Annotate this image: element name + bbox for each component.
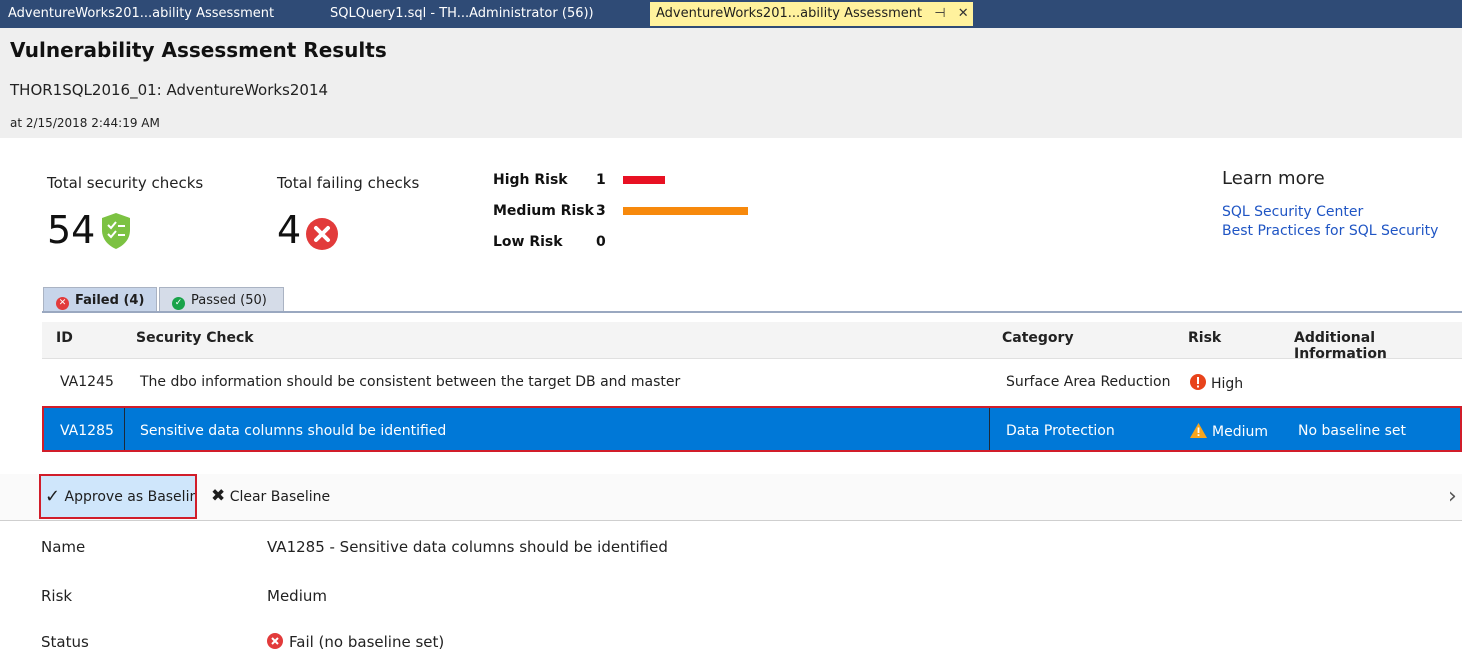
sql-security-center-link[interactable]: SQL Security Center bbox=[1222, 204, 1363, 220]
row-id: VA1285 bbox=[60, 423, 114, 439]
row-category: Data Protection bbox=[1006, 423, 1115, 439]
detail-status-text: Fail (no baseline set) bbox=[289, 633, 445, 651]
grid-header: ID Security Check Category Risk Addition… bbox=[42, 322, 1462, 362]
row-risk-label: High bbox=[1211, 376, 1244, 392]
row-security-check: The dbo information should be consistent… bbox=[140, 374, 681, 390]
medium-risk-bar bbox=[623, 207, 748, 215]
tabs-divider bbox=[42, 311, 1462, 313]
passed-icon: ✓ bbox=[172, 297, 185, 310]
detail-name-value: VA1285 - Sensitive data columns should b… bbox=[267, 538, 668, 556]
clear-baseline-button[interactable]: ✖ Clear Baseline bbox=[211, 474, 330, 519]
detail-risk-label: Risk bbox=[41, 587, 73, 605]
tab-failed-count: (4) bbox=[123, 293, 145, 308]
failed-icon: ✕ bbox=[56, 297, 69, 310]
column-header-security-check[interactable]: Security Check bbox=[136, 330, 254, 346]
tab-label: AdventureWorks201...ability Assessment bbox=[8, 6, 275, 21]
pin-icon[interactable]: ⊣ bbox=[934, 2, 945, 26]
close-icon[interactable]: ✕ bbox=[958, 2, 969, 26]
document-tab-strip: AdventureWorks201...ability Assessment S… bbox=[0, 0, 1462, 28]
clear-x-icon: ✖ bbox=[211, 486, 226, 506]
shield-check-icon bbox=[102, 213, 130, 249]
tab-assessment-1[interactable]: AdventureWorks201...ability Assessment bbox=[8, 2, 274, 26]
server-database-label: THOR1SQL2016_01: AdventureWorks2014 bbox=[10, 81, 329, 99]
table-row-selected[interactable]: VA1285 Sensitive data columns should be … bbox=[42, 406, 1462, 452]
best-practices-link[interactable]: Best Practices for SQL Security bbox=[1222, 223, 1438, 239]
row-risk-label: Medium bbox=[1212, 424, 1268, 440]
tab-passed[interactable]: ✓ Passed (50) bbox=[159, 287, 284, 312]
row-security-check: Sensitive data columns should be identif… bbox=[140, 423, 447, 439]
high-risk-bar bbox=[623, 176, 665, 184]
high-risk-icon bbox=[1190, 374, 1206, 390]
learn-more-title: Learn more bbox=[1222, 168, 1325, 189]
low-risk-count: 0 bbox=[596, 234, 606, 250]
cell-divider bbox=[989, 408, 990, 450]
detail-name-label: Name bbox=[41, 538, 86, 556]
row-category: Surface Area Reduction bbox=[1006, 374, 1171, 390]
column-header-category[interactable]: Category bbox=[1002, 330, 1074, 346]
row-id: VA1245 bbox=[60, 374, 114, 390]
checkmark-icon: ✓ bbox=[45, 486, 61, 507]
column-header-id[interactable]: ID bbox=[56, 330, 73, 346]
row-risk: High bbox=[1190, 374, 1243, 392]
report-header: Vulnerability Assessment Results THOR1SQ… bbox=[0, 28, 1462, 138]
column-header-risk[interactable]: Risk bbox=[1188, 330, 1221, 346]
tab-failed-label: Failed bbox=[75, 293, 119, 308]
fail-status-icon bbox=[267, 633, 283, 649]
row-additional-info: No baseline set bbox=[1298, 423, 1406, 439]
tab-sqlquery[interactable]: SQLQuery1.sql - TH...Administrator (56)) bbox=[330, 2, 594, 26]
tab-assessment-active[interactable]: AdventureWorks201...ability Assessment ⊣… bbox=[650, 2, 973, 26]
row-risk: Medium bbox=[1190, 423, 1268, 440]
approve-baseline-label: Approve as Baseline bbox=[64, 489, 197, 505]
high-risk-label: High Risk bbox=[493, 172, 568, 188]
total-checks-label: Total security checks bbox=[47, 174, 204, 192]
warning-icon bbox=[1190, 423, 1207, 438]
baseline-toolbar: ✓ Approve as Baseline ✖ Clear Baseline › bbox=[0, 474, 1462, 521]
tab-passed-count: (50) bbox=[240, 293, 267, 308]
medium-risk-label: Medium Risk bbox=[493, 203, 594, 219]
clear-baseline-label: Clear Baseline bbox=[229, 489, 331, 505]
failing-checks-label: Total failing checks bbox=[277, 174, 420, 192]
cell-divider bbox=[124, 408, 125, 450]
tab-passed-label: Passed bbox=[191, 293, 237, 308]
chevron-right-icon[interactable]: › bbox=[1448, 484, 1457, 509]
medium-risk-count: 3 bbox=[596, 203, 606, 219]
low-risk-label: Low Risk bbox=[493, 234, 563, 250]
detail-status-label: Status bbox=[41, 633, 89, 651]
table-row[interactable]: VA1245 The dbo information should be con… bbox=[42, 360, 1462, 407]
tab-label: SQLQuery1.sql - TH...Administrator (56)) bbox=[330, 6, 594, 21]
scan-timestamp: at 2/15/2018 2:44:19 AM bbox=[10, 116, 160, 130]
tab-label: AdventureWorks201...ability Assessment bbox=[656, 6, 923, 21]
detail-status-value: Fail (no baseline set) bbox=[267, 633, 444, 651]
total-checks-value: 54 bbox=[47, 208, 96, 252]
error-circle-icon bbox=[306, 218, 338, 250]
detail-risk-value: Medium bbox=[267, 587, 327, 605]
page-title: Vulnerability Assessment Results bbox=[10, 38, 387, 62]
column-header-additional-info[interactable]: Additional Information bbox=[1294, 330, 1462, 362]
high-risk-count: 1 bbox=[596, 172, 606, 188]
failing-checks-value: 4 bbox=[277, 208, 302, 252]
approve-baseline-button[interactable]: ✓ Approve as Baseline bbox=[39, 474, 197, 519]
tab-failed[interactable]: ✕ Failed (4) bbox=[43, 287, 157, 312]
